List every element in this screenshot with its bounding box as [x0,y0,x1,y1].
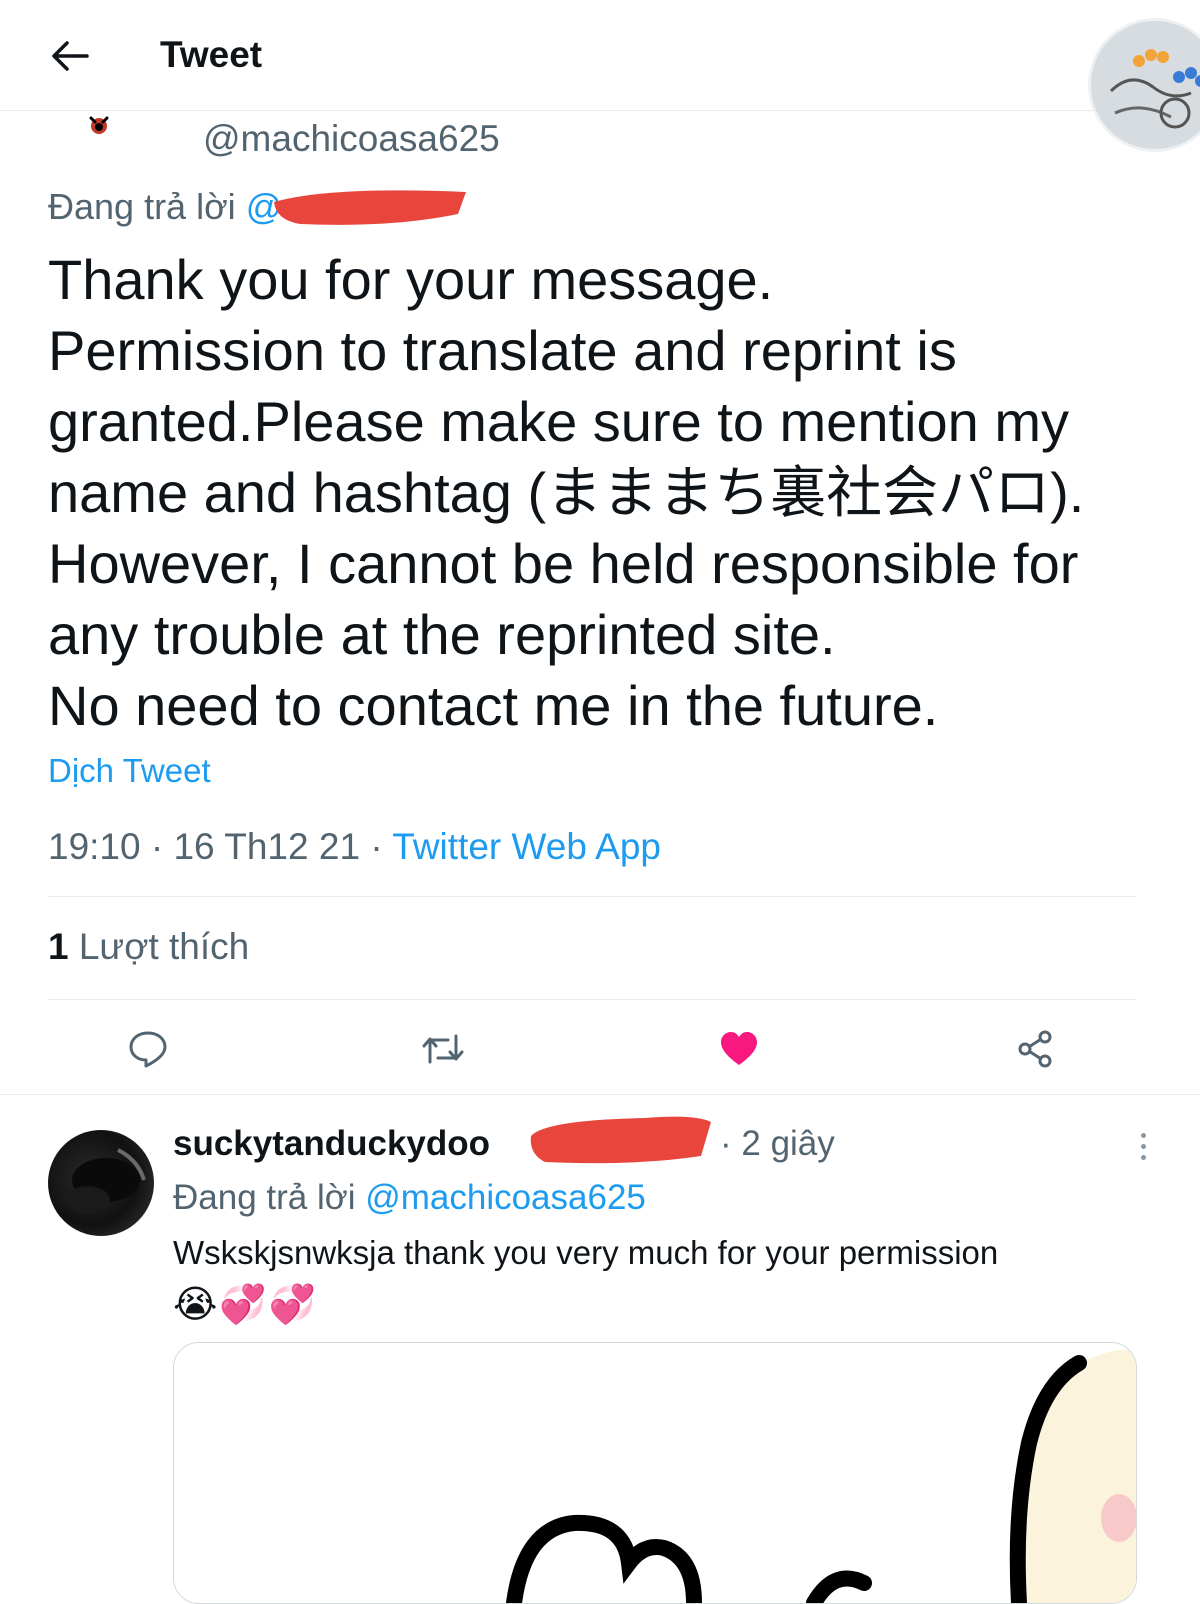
redaction-mark [525,1110,715,1168]
redaction-mark [270,184,470,230]
back-button[interactable] [40,30,100,82]
tweet-metadata: 19:10 · 16 Th12 21 · Twitter Web App [48,826,661,868]
tweet-text-line: However, I cannot be held responsible fo… [48,532,1079,595]
dot-icon [1140,1143,1146,1149]
back-arrow-icon [52,41,89,71]
tweet-text-line: granted.Please make sure to mention my [48,390,1069,453]
retweet-button[interactable] [408,1014,478,1084]
reply-author-avatar[interactable] [48,1130,154,1236]
translate-tweet-link[interactable]: Dịch Tweet [48,752,211,790]
replying-to: Đang trả lời @ [48,186,282,228]
reply-media-image[interactable] [173,1342,1137,1604]
divider [48,896,1136,897]
reply-emojis: 😭💞💞 [173,1284,319,1326]
tweet-text-line: any trouble at the reprinted site. [48,603,836,666]
dot-icon [1140,1154,1146,1160]
retweet-icon [422,1034,464,1064]
replying-to-label: Đang trả lời [173,1178,356,1217]
dot-icon [1140,1132,1146,1138]
tweet-text-line: name and hashtag (まままち裏社会パロ). [48,461,1085,524]
separator: · [150,826,164,867]
tweet-text-line: Permission to translate and reprint is [48,319,957,382]
more-options-button[interactable] [1130,1126,1156,1166]
tweet-text-line: No need to contact me in the future. [48,674,939,737]
like-count-label: Lượt thích [78,926,250,967]
reply-text: Wskskjsnwksja thank you very much for yo… [173,1234,999,1271]
reply-button[interactable] [113,1014,183,1084]
tweet-source-link[interactable]: Twitter Web App [392,826,661,867]
tweet-date: 16 Th12 21 [173,826,361,867]
avatar-image [66,1148,146,1214]
author-handle[interactable]: @machicoasa625 [203,118,500,160]
tweet-text: Thank you for your message. Permission t… [48,244,1158,741]
reply-timestamp[interactable]: · 2 giây [720,1124,835,1164]
like-button[interactable] [704,1014,774,1084]
reply-icon [129,1031,167,1068]
media-image [174,1343,1136,1603]
author-avatar-icon[interactable] [86,112,112,145]
share-button[interactable] [1000,1014,1070,1084]
divider [0,1094,1200,1095]
page-title: Tweet [160,34,263,75]
reply-author-name[interactable]: suckytanduckydoo [173,1124,490,1164]
replying-to-label: Đang trả lời [48,186,236,227]
separator: · [370,826,383,867]
tweet-time: 19:10 [48,826,141,867]
like-count-number: 1 [48,926,69,967]
avatar-image [1091,21,1200,149]
heart-filled-icon [721,1032,757,1065]
divider [48,999,1136,1000]
tweet-text-line: Thank you for your message. [48,248,774,311]
replying-to-handle[interactable]: @machicoasa625 [365,1178,646,1217]
share-icon [1018,1030,1052,1068]
reply-replying-to: Đang trả lời @machicoasa625 [173,1178,646,1218]
likes-count[interactable]: 1 Lượt thích [48,926,249,968]
